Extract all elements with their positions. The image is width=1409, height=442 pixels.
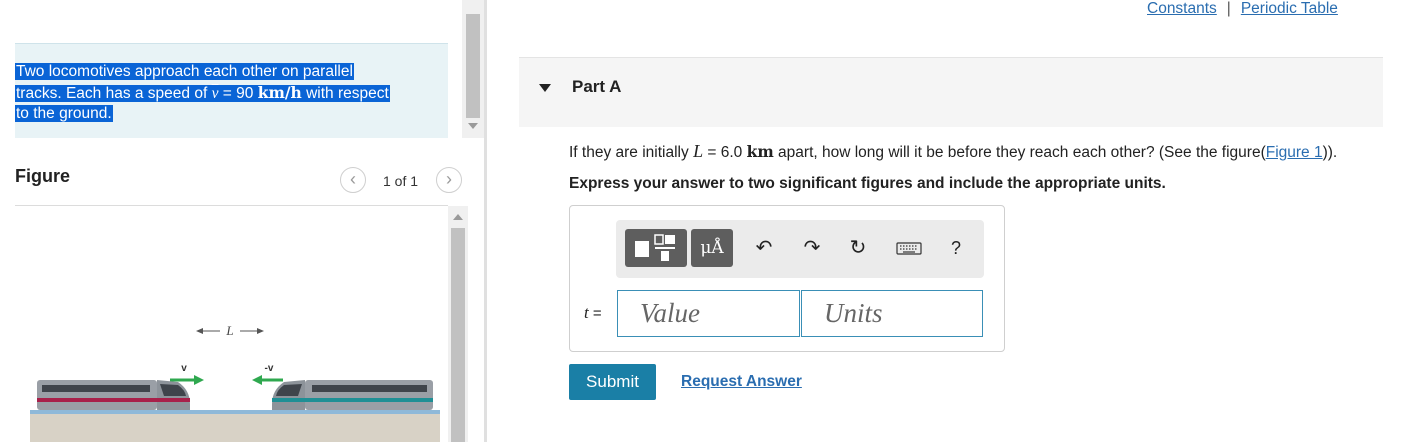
chevron-right-icon: › xyxy=(446,169,452,189)
figure-scrollbar[interactable] xyxy=(448,206,468,442)
scrollbar-thumb[interactable] xyxy=(466,14,480,118)
value-input[interactable]: Value xyxy=(617,290,800,337)
top-links: Constants | Periodic Table xyxy=(1147,0,1338,18)
figure-title: Figure xyxy=(15,166,71,186)
constants-link[interactable]: Constants xyxy=(1147,0,1217,17)
left-train-windows xyxy=(42,385,150,392)
ground xyxy=(30,413,440,442)
chevron-left-icon: ‹ xyxy=(350,169,356,189)
answer-variable: t xyxy=(584,303,589,322)
question-unit: km xyxy=(746,142,774,161)
distance-arrow-left-icon xyxy=(196,328,203,334)
right-train-windows xyxy=(312,385,427,392)
problem-line-2-end: with respect xyxy=(301,84,389,102)
problem-line-2: tracks. Each has a speed of v = 90 km/h … xyxy=(15,82,390,102)
part-a-header[interactable]: Part A xyxy=(519,57,1383,127)
collapse-caret-icon[interactable] xyxy=(539,84,551,92)
problem-line-3: to the ground. xyxy=(15,105,113,122)
problem-line-2-text: tracks. Each has a speed of xyxy=(16,84,212,102)
undo-icon[interactable]: ↶ xyxy=(752,236,776,260)
label-v: v xyxy=(181,363,187,374)
velocity-arrow-left-icon xyxy=(252,375,262,385)
instruction-text: Express your answer to two significant f… xyxy=(569,175,1166,192)
keyboard-graphic xyxy=(896,242,922,255)
rails xyxy=(30,410,440,414)
part-title: Part A xyxy=(572,77,622,96)
left-train-body xyxy=(37,380,157,410)
velocity-arrow-right-icon xyxy=(194,375,204,385)
links-separator: | xyxy=(1226,0,1231,17)
keyboard-icon[interactable] xyxy=(896,236,922,260)
math-toolbar: μÅ ↶ ↷ ↻ ? xyxy=(616,220,984,278)
answer-equals: = xyxy=(592,305,602,322)
figure-prev-button[interactable]: ‹ xyxy=(340,167,366,193)
label-L: L xyxy=(225,323,233,338)
reset-icon[interactable]: ↻ xyxy=(846,236,870,260)
right-train xyxy=(272,380,433,410)
units-input[interactable]: Units xyxy=(801,290,983,337)
question-equals: = 6.0 xyxy=(703,144,747,161)
problem-scrollbar[interactable] xyxy=(462,0,484,138)
locomotives-figure: L v -v xyxy=(30,323,440,442)
left-train-stripe xyxy=(37,398,190,402)
question-prefix: If they are initially xyxy=(569,144,694,161)
templates-button[interactable] xyxy=(625,229,687,267)
units-tool-button[interactable]: μÅ xyxy=(691,229,733,267)
figure-divider xyxy=(15,205,448,206)
problem-statement: Two locomotives approach each other on p… xyxy=(15,62,435,125)
left-pane: Two locomotives approach each other on p… xyxy=(0,0,486,442)
templates-icon xyxy=(635,234,675,261)
periodic-table-link[interactable]: Periodic Table xyxy=(1241,0,1338,17)
label-neg-v: -v xyxy=(265,363,274,374)
redo-icon[interactable]: ↷ xyxy=(800,236,824,260)
figure-next-button[interactable]: › xyxy=(436,167,462,193)
distance-arrow-right-icon xyxy=(257,328,264,334)
scroll-down-arrow-icon[interactable] xyxy=(468,123,478,129)
request-answer-link[interactable]: Request Answer xyxy=(681,373,802,391)
question-text: If they are initially L = 6.0 km apart, … xyxy=(569,141,1337,162)
help-icon[interactable]: ? xyxy=(944,236,968,260)
figure-counter: 1 of 1 xyxy=(383,173,419,189)
figure-1-link[interactable]: Figure 1 xyxy=(1266,144,1323,161)
answer-box: μÅ ↶ ↷ ↻ ? t = Value Units xyxy=(569,205,1005,352)
submit-button[interactable]: Submit xyxy=(569,364,656,400)
speed-equals: = 90 xyxy=(218,84,258,102)
problem-line-1: Two locomotives approach each other on p… xyxy=(15,63,354,80)
left-train xyxy=(37,380,190,410)
question-suffix: apart, how long will it be before they r… xyxy=(773,144,1266,161)
scroll-up-arrow-icon[interactable] xyxy=(453,214,463,220)
pane-separator[interactable] xyxy=(484,0,487,442)
figure-scrollbar-thumb[interactable] xyxy=(451,228,465,442)
answer-variable-label: t = xyxy=(584,303,602,323)
right-train-stripe xyxy=(272,398,433,402)
question-end: )). xyxy=(1322,144,1338,161)
question-variable: L xyxy=(693,141,704,161)
right-train-body xyxy=(305,380,433,410)
speed-unit: km/h xyxy=(257,82,302,102)
